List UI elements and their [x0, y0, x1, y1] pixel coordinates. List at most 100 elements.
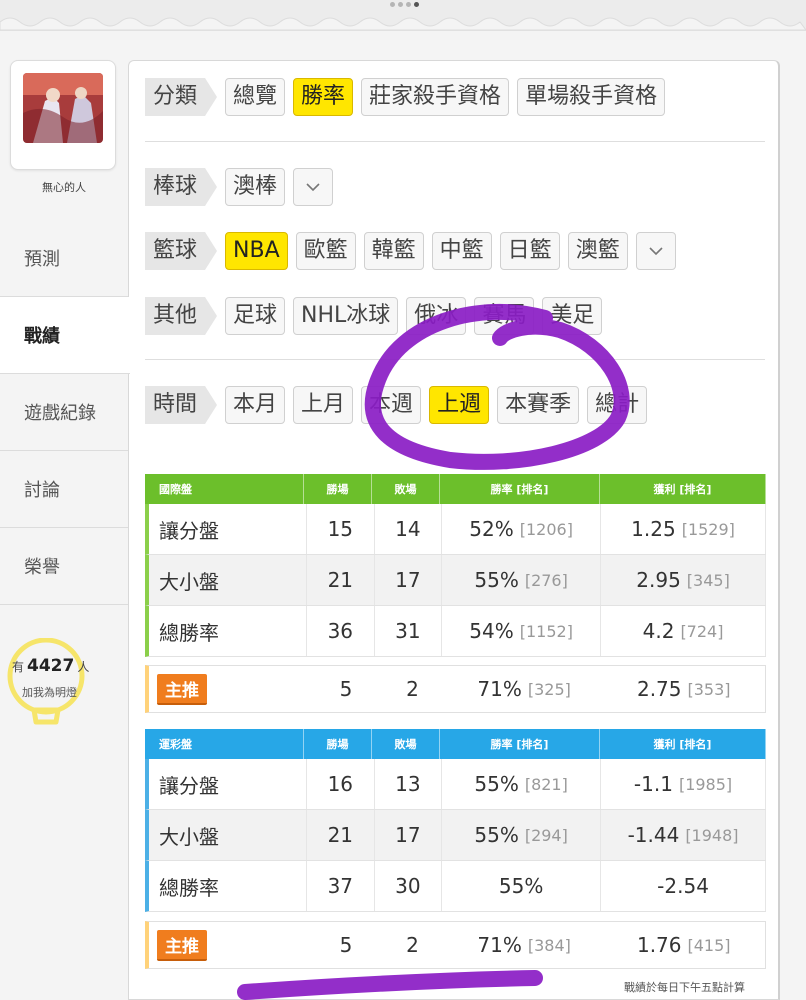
rate-value: 54%	[469, 619, 514, 643]
table-header: 運彩盤 勝場 敗場 勝率 [排名] 獲利 [排名]	[145, 729, 766, 759]
rate-value: 55%	[474, 568, 519, 592]
chip-soccer[interactable]: 足球	[225, 297, 286, 335]
rate-value: 55%	[474, 823, 519, 847]
table-row: 大小盤 21 17 55% [276] 2.95 [345]	[145, 555, 766, 606]
profit-value: 1.76	[636, 933, 682, 957]
sidebar-item-game-log[interactable]: 遊戲紀錄	[0, 374, 128, 451]
wins-cell: 5	[339, 933, 353, 957]
chip-russia-hockey[interactable]: 俄冰	[406, 297, 467, 335]
page-dot-active	[414, 2, 419, 7]
time-filter: 時間 本月 上月 本週 上週 本賽季 總計	[145, 386, 648, 424]
category-label: 分類	[145, 78, 217, 116]
chip-aus-baseball[interactable]: 澳棒	[225, 168, 286, 206]
rate-rank: [821]	[524, 774, 568, 794]
profit-rank: [1529]	[681, 519, 735, 539]
wins-cell: 5	[339, 677, 353, 701]
basketball-expand-button[interactable]	[635, 232, 676, 270]
rate-cell: 71% [384]	[446, 922, 603, 968]
rate-value: 55%	[498, 874, 544, 898]
losses-cell: 13	[375, 759, 443, 809]
featured-label: 主推	[149, 666, 313, 712]
profit-rank: [353]	[687, 679, 731, 699]
featured-label: 主推	[149, 922, 313, 968]
losses-cell: 14	[375, 504, 443, 554]
lottery-table: 運彩盤 勝場 敗場 勝率 [排名] 獲利 [排名] 讓分盤 16 13 55%[…	[145, 729, 766, 912]
chip-this-month[interactable]: 本月	[225, 386, 286, 424]
wins-cell: 37	[307, 861, 375, 911]
avatar-card[interactable]	[10, 60, 116, 170]
sidebar-item-honor[interactable]: 榮譽	[0, 528, 128, 605]
chip-win-rate[interactable]: 勝率	[293, 78, 354, 116]
chip-this-week[interactable]: 本週	[361, 386, 422, 424]
fans-number: 4427	[27, 656, 75, 676]
rate-rank: [325]	[527, 679, 571, 699]
profit-cell: 1.76 [415]	[602, 922, 765, 968]
international-table: 國際盤 勝場 敗場 勝率 [排名] 獲利 [排名] 讓分盤 15 14 52%[…	[145, 474, 766, 657]
losses-cell: 31	[375, 606, 443, 656]
chip-american-football[interactable]: 美足	[542, 297, 603, 335]
profit-rank: [1948]	[685, 825, 739, 845]
sidebar-item-record[interactable]: 戰績	[0, 297, 130, 374]
footer-note: 戰績於每日下午五點計算	[624, 981, 745, 994]
category-filter: 分類 總覽 勝率 莊家殺手資格 單場殺手資格	[145, 78, 666, 116]
rate-rank: [384]	[527, 935, 571, 955]
top-bar	[0, 0, 806, 31]
sidebar-item-discussion[interactable]: 討論	[0, 451, 128, 528]
chip-last-month[interactable]: 上月	[293, 386, 354, 424]
profit-cell: -1.44 [1948]	[601, 810, 766, 860]
avatar[interactable]	[23, 73, 103, 143]
baseball-expand-button[interactable]	[293, 168, 334, 206]
rate-cell: 54% [1152]	[442, 606, 602, 656]
page-dot	[406, 2, 411, 7]
losses-cell: 17	[375, 810, 443, 860]
chevron-down-icon	[306, 182, 320, 191]
divider	[145, 141, 765, 142]
losses-cell: 2	[406, 933, 419, 957]
featured-badge: 主推	[157, 929, 207, 961]
chip-total[interactable]: 總計	[587, 386, 648, 424]
chip-last-week[interactable]: 上週	[429, 386, 490, 424]
row-label: 大小盤	[149, 810, 308, 860]
chip-japan-basketball[interactable]: 日籃	[499, 232, 560, 270]
chip-single-killer[interactable]: 單場殺手資格	[517, 78, 666, 116]
chip-this-season[interactable]: 本賽季	[497, 386, 580, 424]
chip-korea-basketball[interactable]: 韓籃	[363, 232, 424, 270]
losses-cell: 17	[375, 555, 443, 605]
rate-cell: 55% [276]	[442, 555, 602, 605]
col-wins: 勝場	[304, 729, 372, 759]
sidebar: 無心的人 預測 戰績 遊戲紀錄 討論 榮譽 有 4427 人 加我為明燈	[0, 60, 130, 1000]
profit-cell: -1.1 [1985]	[601, 759, 766, 809]
profit-value: 1.25	[631, 517, 676, 541]
chip-nba[interactable]: NBA	[225, 232, 288, 270]
chip-overview[interactable]: 總覽	[225, 78, 286, 116]
sidebar-item-predict[interactable]: 預測	[0, 220, 128, 297]
chip-euro-basketball[interactable]: 歐籃	[295, 232, 356, 270]
chip-banker-killer[interactable]: 莊家殺手資格	[361, 78, 510, 116]
table-row: 大小盤 21 17 55% [294] -1.44 [1948]	[145, 810, 766, 861]
chip-china-basketball[interactable]: 中籃	[431, 232, 492, 270]
chip-horse-racing[interactable]: 賽馬	[474, 297, 535, 335]
username: 無心的人	[42, 181, 86, 194]
losses-cell: 30	[375, 861, 443, 911]
col-rate: 勝率 [排名]	[440, 729, 600, 759]
col-profit: 獲利 [排名]	[600, 474, 766, 504]
chip-aus-basketball[interactable]: 澳籃	[567, 232, 628, 270]
baseball-label: 棒球	[145, 168, 217, 206]
col-wins: 勝場	[304, 474, 372, 504]
lightbulb-icon[interactable]	[6, 638, 92, 728]
profit-value: 2.95	[636, 568, 681, 592]
wins-cell: 21	[307, 555, 375, 605]
rate-rank: [276]	[524, 570, 568, 590]
rate-cell: 71% [325]	[446, 666, 603, 712]
table-row: 總勝率 37 30 55% -2.54	[145, 861, 766, 912]
col-losses: 敗場	[372, 729, 440, 759]
follow-cta[interactable]: 加我為明燈	[22, 684, 77, 700]
rate-value: 71%	[477, 677, 522, 701]
row-label: 讓分盤	[149, 504, 308, 554]
chip-nhl[interactable]: NHL冰球	[293, 297, 399, 335]
profit-cell: 2.75 [353]	[602, 666, 765, 712]
rate-value: 55%	[474, 772, 519, 796]
profit-rank: [415]	[687, 935, 731, 955]
profit-value: -1.1	[633, 772, 673, 796]
row-label: 總勝率	[149, 861, 308, 911]
